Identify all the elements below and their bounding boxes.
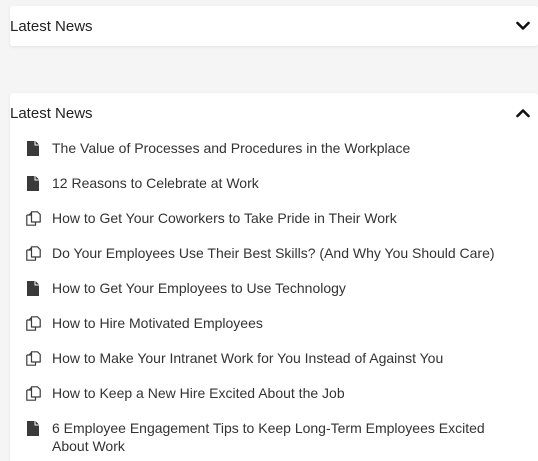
copy-document-icon [25, 384, 41, 402]
news-item-label[interactable]: How to Make Your Intranet Work for You I… [52, 349, 518, 367]
document-icon [25, 174, 41, 192]
news-panel-expanded: Latest News The Value of Processes and P… [10, 93, 538, 461]
document-icon [25, 139, 41, 157]
chevron-up-icon[interactable] [516, 106, 530, 120]
news-item-label[interactable]: How to Hire Motivated Employees [52, 314, 518, 332]
news-item-label[interactable]: How to Keep a New Hire Excited About the… [52, 384, 518, 402]
news-item-label[interactable]: 6 Employee Engagement Tips to Keep Long-… [52, 419, 518, 455]
panel-title: Latest News [10, 104, 93, 122]
copy-document-icon [25, 244, 41, 262]
copy-document-icon [25, 314, 41, 332]
chevron-down-icon[interactable] [516, 19, 530, 33]
panel-title: Latest News [10, 17, 93, 35]
news-item-label[interactable]: 12 Reasons to Celebrate at Work [52, 174, 518, 192]
copy-document-icon [25, 349, 41, 367]
news-panel-header-collapsed[interactable]: Latest News [10, 6, 538, 46]
news-item-label[interactable]: How to Get Your Employees to Use Technol… [52, 279, 518, 297]
document-icon [25, 279, 41, 297]
copy-document-icon [25, 209, 41, 227]
news-panel-collapsed: Latest News [10, 6, 538, 46]
news-item-label[interactable]: How to Get Your Coworkers to Take Pride … [52, 209, 518, 227]
news-item-label[interactable]: Do Your Employees Use Their Best Skills?… [52, 244, 518, 262]
news-panel-header-expanded[interactable]: Latest News [10, 93, 538, 133]
document-icon [25, 419, 41, 437]
news-item-label[interactable]: The Value of Processes and Procedures in… [52, 139, 518, 157]
page: Latest News Latest News The Value of Pro… [0, 0, 538, 461]
